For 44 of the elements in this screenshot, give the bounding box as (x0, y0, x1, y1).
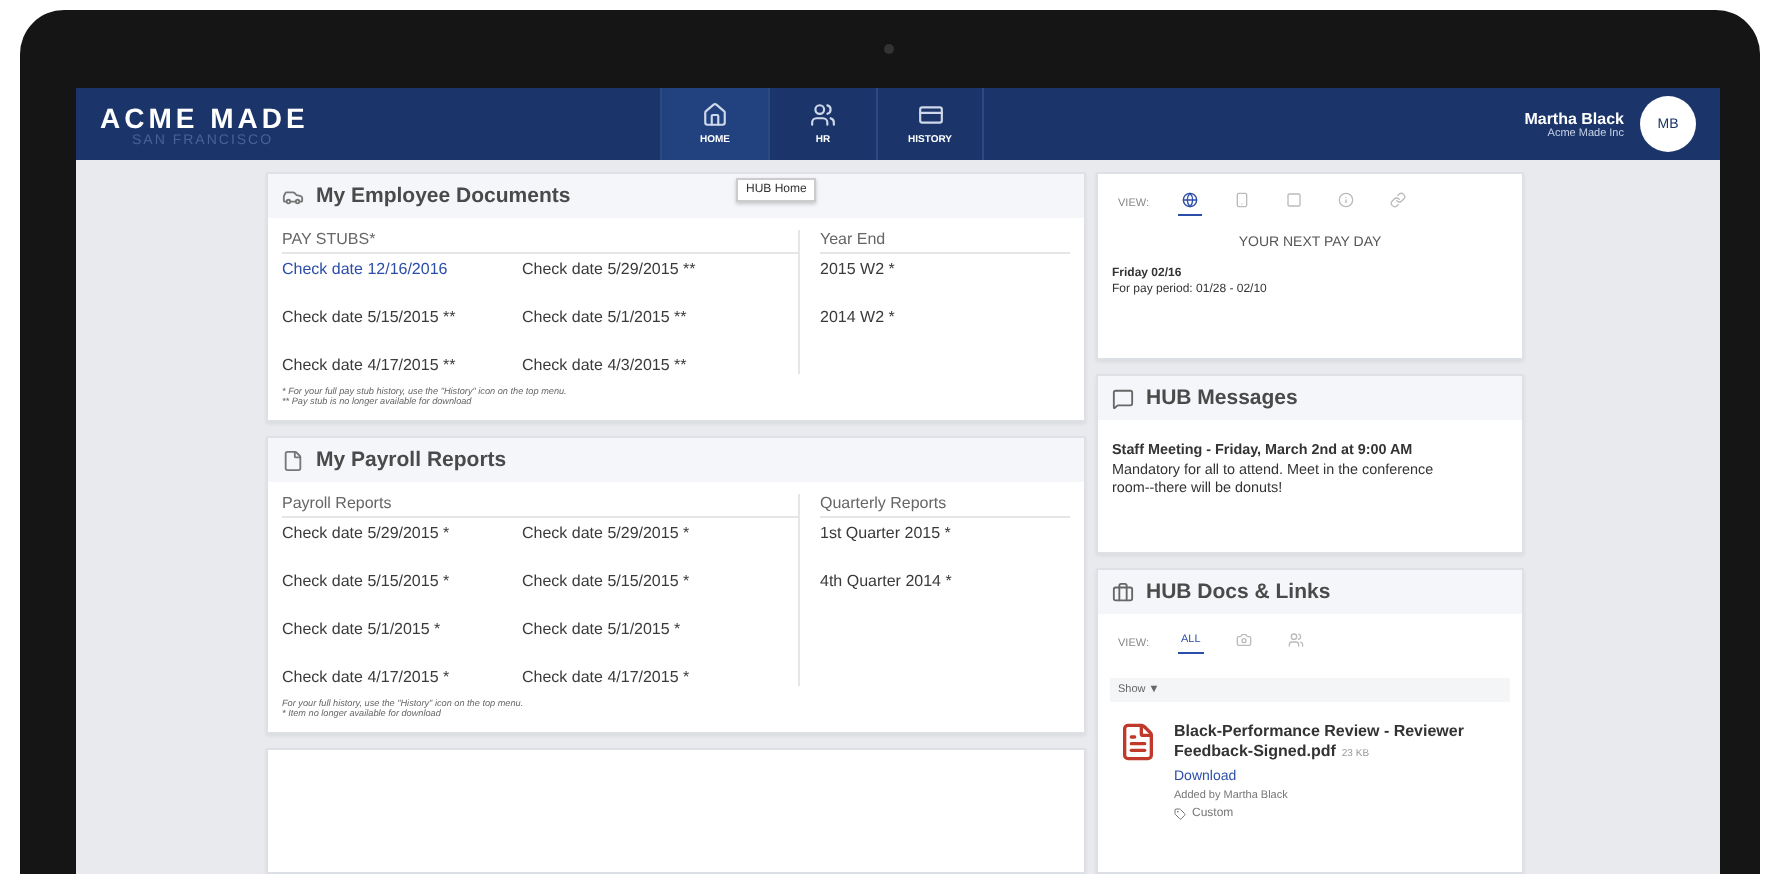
document-link[interactable]: Check date 5/15/2015 * (522, 572, 798, 590)
document-link[interactable]: Check date 4/17/2015 * (282, 668, 522, 686)
document-link[interactable]: Check date 5/15/2015 ** (282, 308, 522, 326)
document-link[interactable]: 2015 W2 * (820, 260, 1070, 278)
document-link[interactable]: Check date 4/17/2015 ** (282, 356, 522, 374)
document-link[interactable]: Check date 4/17/2015 * (522, 668, 798, 686)
card-title: HUB Messages (1146, 386, 1298, 410)
file-icon (282, 449, 304, 471)
document-link[interactable]: Check date 5/1/2015 ** (522, 308, 798, 326)
info-icon (1337, 192, 1353, 208)
globe-tab[interactable] (1177, 192, 1201, 216)
user-name: Martha Black (1524, 109, 1624, 127)
camera-icon (884, 44, 894, 54)
document-link[interactable]: 4th Quarter 2014 * (820, 572, 1070, 590)
document-link[interactable]: Check date 5/1/2015 * (282, 620, 522, 638)
document-link[interactable]: Check date 5/29/2015 * (522, 524, 798, 542)
camera-icon (1236, 632, 1253, 648)
briefcase-icon (1112, 581, 1134, 603)
document-link[interactable]: 2014 W2 * (820, 308, 1070, 326)
card-title: My Payroll Reports (316, 448, 507, 472)
pdf-file-icon (1118, 722, 1158, 762)
column-heading: Payroll Reports (282, 494, 798, 518)
document-link[interactable]: Check date 5/29/2015 ** (522, 260, 798, 278)
tag-icon (1174, 807, 1186, 820)
globe-icon (1181, 192, 1197, 208)
document-link[interactable]: Check date 5/1/2015 * (522, 620, 798, 638)
card-title: HUB Docs & Links (1146, 580, 1331, 604)
document-link[interactable]: Check date 5/15/2015 * (282, 572, 522, 590)
column-heading: Quarterly Reports (820, 494, 1070, 518)
column-heading: PAY STUBS* (282, 230, 798, 254)
people-icon (810, 102, 836, 128)
document-link[interactable]: Check date 5/29/2015 * (282, 524, 522, 542)
document-link[interactable]: 1st Quarter 2015 * (820, 524, 1070, 542)
card-title: My Employee Documents (316, 184, 571, 208)
people-icon (1288, 632, 1305, 648)
brand-name: ACME MADE (100, 102, 311, 134)
home-icon (702, 102, 728, 128)
square-icon (1285, 192, 1301, 208)
link-icon (1389, 192, 1405, 208)
column-heading: Year End (820, 230, 1070, 254)
document-link[interactable]: Check date 4/3/2015 ** (522, 356, 798, 374)
document-link[interactable]: Check date 12/16/2016 (282, 260, 522, 278)
message-icon (1112, 387, 1134, 409)
phone-icon (1233, 192, 1249, 208)
